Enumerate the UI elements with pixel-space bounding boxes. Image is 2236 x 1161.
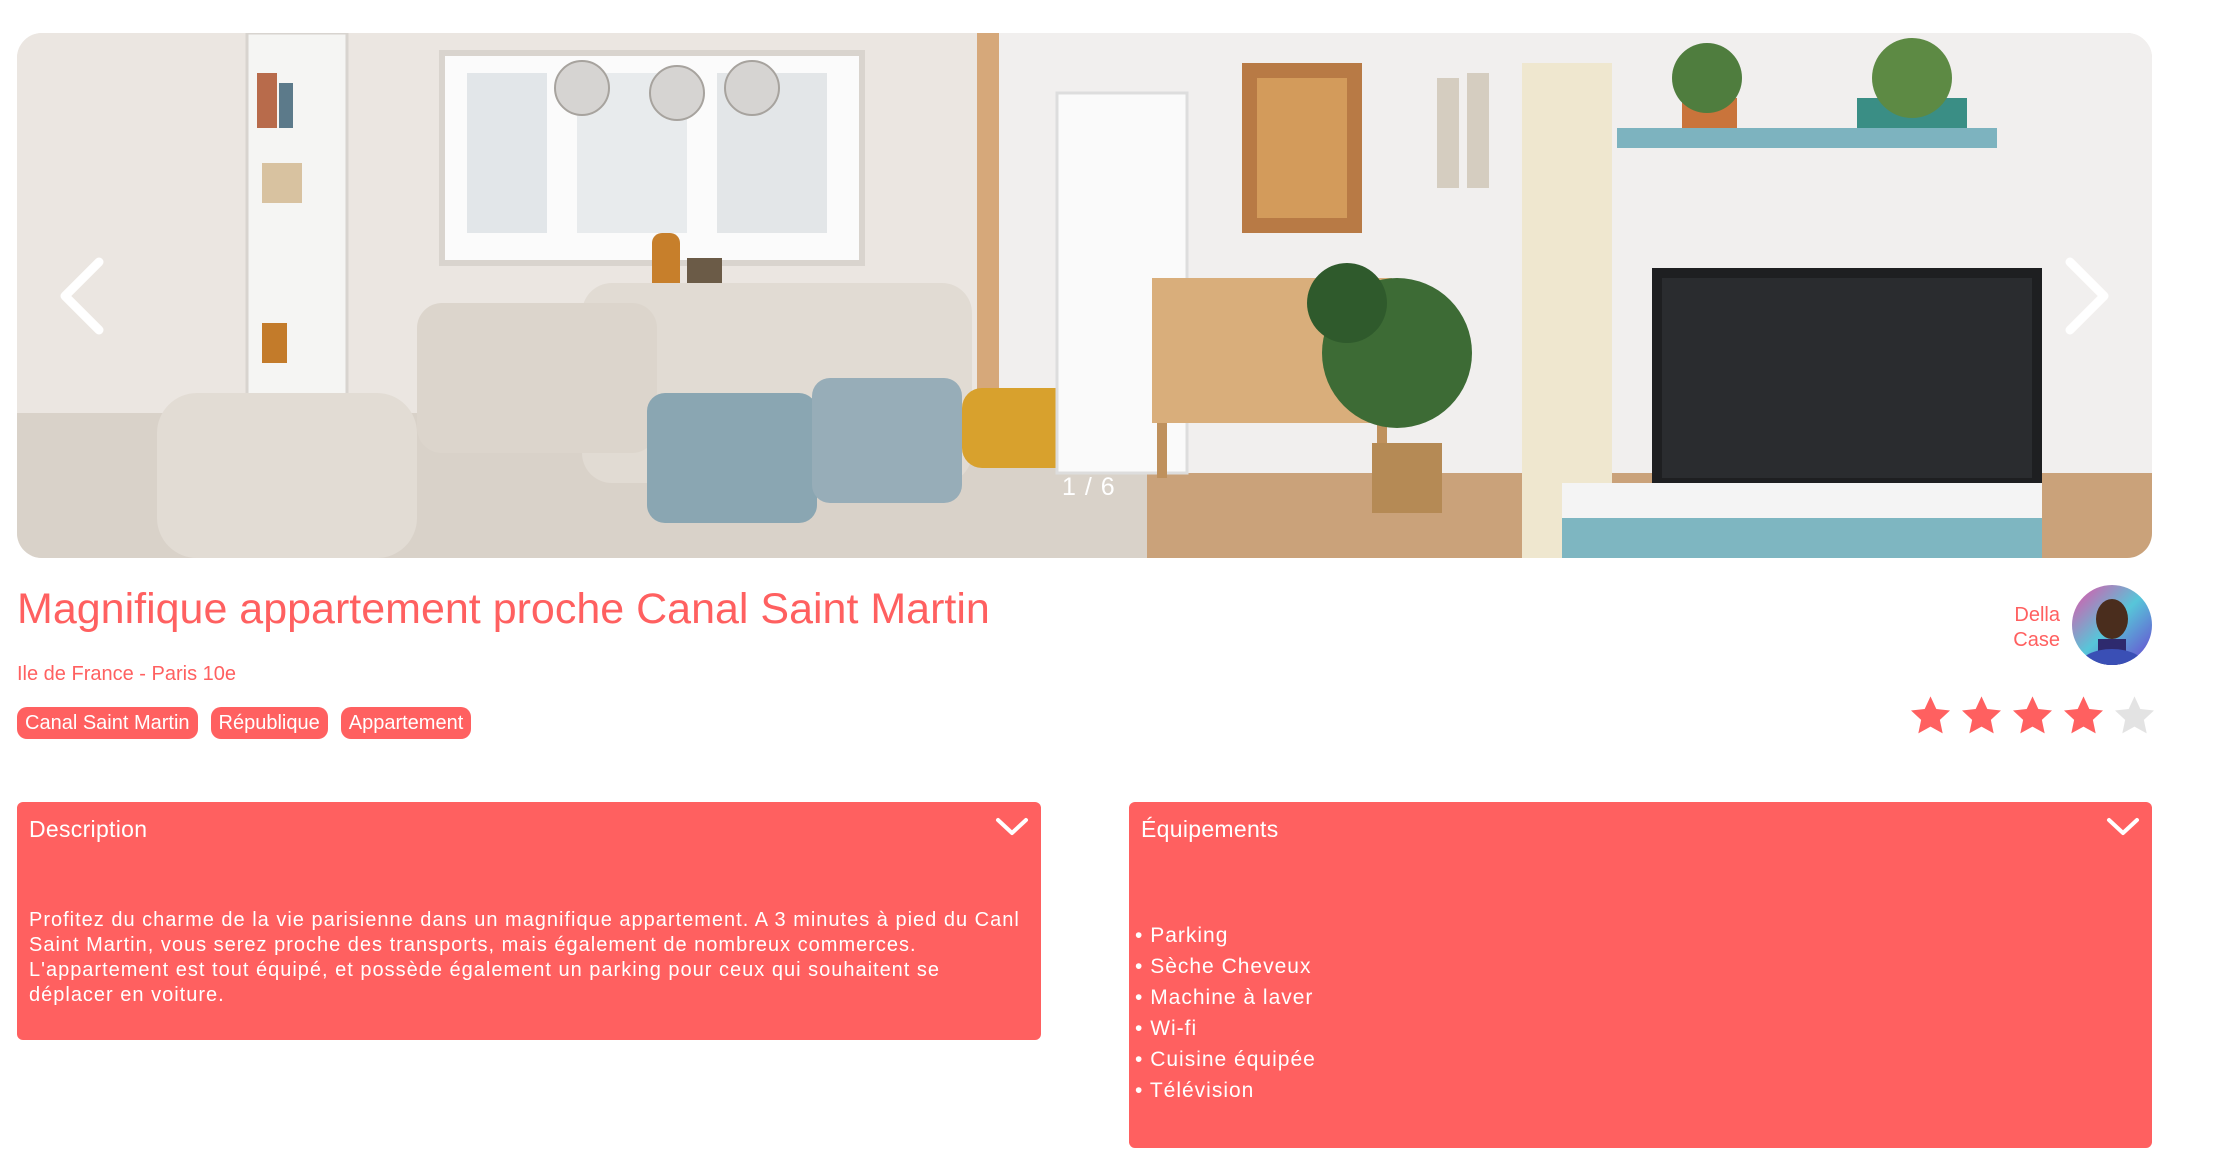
description-panel: Description Profitez du charme de la vie… xyxy=(17,802,1041,1040)
description-header: Description xyxy=(29,816,148,842)
host-last-name: Case xyxy=(2013,629,2060,651)
equipments-panel: Équipements Parking Sèche Cheveux Machin… xyxy=(1129,802,2152,1148)
chevron-down-icon[interactable] xyxy=(995,816,1029,838)
chevron-left-icon xyxy=(60,257,104,334)
star-filled-icon xyxy=(2013,696,2052,734)
tag-list: Canal Saint Martin République Appartemen… xyxy=(17,707,472,739)
avatar xyxy=(2072,585,2152,665)
listing-location: Ile de France - Paris 10e xyxy=(17,663,236,685)
equipment-list: Parking Sèche Cheveux Machine à laver Wi… xyxy=(1135,920,1316,1106)
tag: Appartement xyxy=(340,707,472,739)
description-text: Profitez du charme de la vie parisienne … xyxy=(29,909,1020,1006)
star-filled-icon xyxy=(1911,696,1950,734)
chevron-right-icon xyxy=(2065,257,2109,334)
star-filled-icon xyxy=(1962,696,2001,734)
listing-title: Magnifique appartement proche Canal Sain… xyxy=(17,585,990,633)
list-item: Cuisine équipée xyxy=(1135,1044,1316,1075)
list-item: Parking xyxy=(1135,920,1316,951)
photo-counter: 1 / 6 xyxy=(1062,473,1116,501)
previous-photo-button[interactable] xyxy=(27,33,137,558)
star-filled-icon xyxy=(2064,696,2103,734)
host-name: Della Case xyxy=(1990,603,2060,653)
rating-stars xyxy=(1908,693,2157,738)
next-photo-button[interactable] xyxy=(2032,33,2142,558)
chevron-down-icon[interactable] xyxy=(2106,816,2140,838)
list-item: Machine à laver xyxy=(1135,982,1316,1013)
equipments-header: Équipements xyxy=(1141,816,1279,842)
list-item: Sèche Cheveux xyxy=(1135,951,1316,982)
star-empty-icon xyxy=(2115,696,2154,734)
tag: République xyxy=(210,707,328,739)
tag: Canal Saint Martin xyxy=(17,707,198,739)
photo-carousel: 1 / 6 xyxy=(17,33,2152,558)
list-item: Télévision xyxy=(1135,1075,1316,1106)
host-first-name: Della xyxy=(2014,604,2060,626)
list-item: Wi-fi xyxy=(1135,1013,1316,1044)
